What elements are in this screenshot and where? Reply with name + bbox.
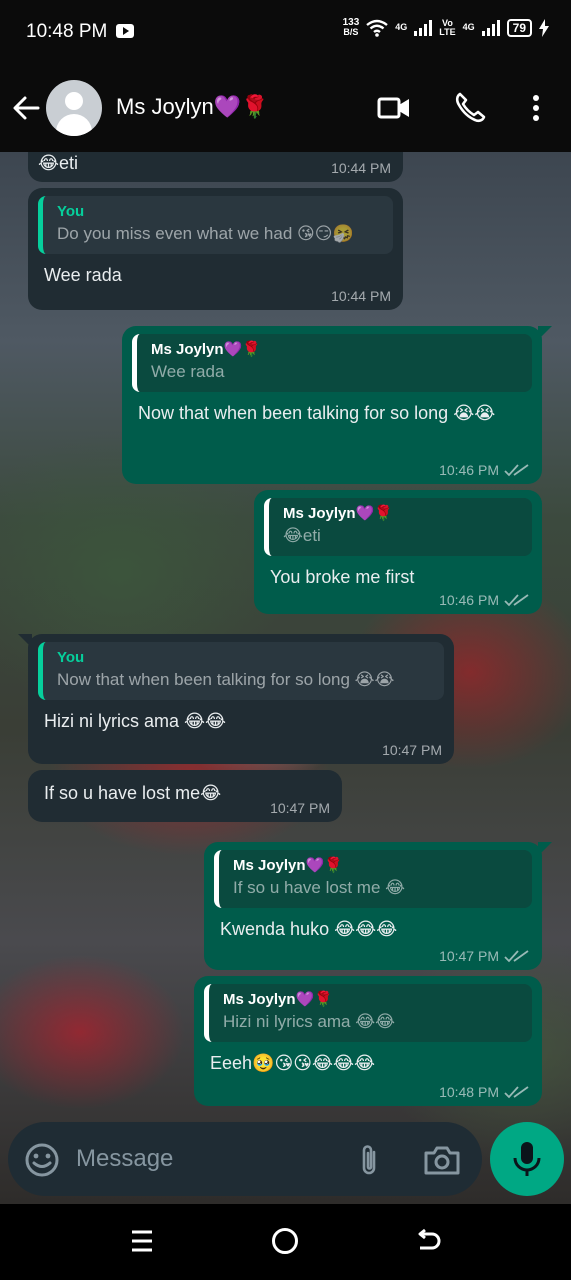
message-text: You broke me first [270, 567, 415, 587]
charging-icon [539, 18, 549, 37]
volte-bottom: LTE [439, 26, 456, 37]
microphone-icon [513, 1142, 541, 1176]
quote-author: Ms Joylyn💜🌹 [233, 857, 343, 874]
message-text: Kwenda huko 😂😂😂 [220, 919, 398, 939]
message-time: 10:46 PM [439, 462, 530, 478]
wifi-icon [366, 19, 389, 37]
message-time: 10:48 PM [439, 1084, 530, 1100]
signal-1-icon [414, 19, 433, 36]
message-outgoing[interactable]: Ms Joylyn💜🌹 If so u have lost me 😂 Kwend… [204, 842, 552, 970]
time-text: 10:44 PM [331, 160, 391, 176]
quote-text: Hizi ni lyrics ama 😂😂 [223, 1012, 395, 1031]
reply-quote[interactable]: Ms Joylyn💜🌹 Wee rada [132, 334, 532, 392]
message-time: 10:44 PM [331, 160, 391, 176]
quote-text: Do you miss even what we had 😘😏🤧 [57, 224, 354, 243]
message-input[interactable] [76, 1140, 336, 1178]
quote-text: Wee rada [151, 362, 225, 381]
time-text: 10:44 PM [331, 288, 391, 304]
time-text: 10:46 PM [439, 462, 499, 478]
message-outgoing[interactable]: Ms Joylyn💜🌹 😂eti You broke me first 10:4… [254, 490, 542, 614]
attachment-icon[interactable] [354, 1142, 386, 1178]
video-call-icon[interactable] [376, 90, 412, 126]
quote-author: Ms Joylyn💜🌹 [223, 991, 333, 1008]
double-check-icon [504, 950, 529, 963]
volte-icon: Vo LTE [439, 18, 456, 37]
message-outgoing[interactable]: Ms Joylyn💜🌹 Wee rada Now that when been … [122, 326, 552, 484]
message-time: 10:47 PM [439, 948, 530, 964]
status-bar: 10:48 PM 133 B/S 4G Vo LTE 4G 79 [0, 0, 571, 66]
message-time: 10:44 PM [331, 288, 391, 304]
quote-author: You [57, 649, 85, 666]
voice-call-icon[interactable] [452, 90, 488, 126]
home-icon[interactable] [272, 1228, 298, 1254]
voice-record-button[interactable] [490, 1122, 564, 1196]
message-incoming[interactable]: If so u have lost me😂 10:47 PM [28, 770, 342, 822]
more-options-icon[interactable] [518, 90, 554, 126]
message-text: Hizi ni lyrics ama 😂😂 [44, 711, 227, 731]
message-outgoing[interactable]: Ms Joylyn💜🌹 Hizi ni lyrics ama 😂😂 Eeeh🥹😘… [194, 976, 542, 1106]
net-speed: 133 B/S [343, 18, 360, 37]
message-incoming[interactable]: 😂eti 10:44 PM [28, 152, 403, 182]
time-text: 10:48 PM [439, 1084, 499, 1100]
message-text: Now that when been talking for so long 😭… [138, 403, 496, 423]
chat-area[interactable]: 😂eti 10:44 PM You Do you miss even what … [0, 152, 571, 1204]
sim1-label: 4G [395, 22, 408, 32]
battery-icon: 79 [506, 18, 532, 37]
double-check-icon [504, 594, 529, 607]
system-nav-bar [0, 1204, 571, 1280]
contact-name[interactable]: Ms Joylyn💜🌹 [116, 94, 269, 120]
nav-back-icon[interactable] [414, 1228, 442, 1256]
message-text: Wee rada [44, 265, 122, 285]
reply-quote[interactable]: Ms Joylyn💜🌹 If so u have lost me 😂 [214, 850, 532, 908]
chat-header: Ms Joylyn💜🌹 [0, 66, 571, 152]
back-arrow-icon[interactable] [10, 92, 42, 124]
recent-apps-icon[interactable] [130, 1228, 154, 1254]
time-text: 10:47 PM [270, 800, 330, 816]
message-time: 10:46 PM [439, 592, 530, 608]
reply-quote[interactable]: Ms Joylyn💜🌹 Hizi ni lyrics ama 😂😂 [204, 984, 532, 1042]
message-incoming[interactable]: You Do you miss even what we had 😘😏🤧 Wee… [28, 188, 403, 310]
quote-text: 😂eti [283, 526, 321, 545]
quote-text: If so u have lost me 😂 [233, 878, 405, 897]
time-text: 10:47 PM [439, 948, 499, 964]
quote-author: Ms Joylyn💜🌹 [151, 341, 261, 358]
quote-author: Ms Joylyn💜🌹 [283, 505, 393, 522]
status-icons: 133 B/S 4G Vo LTE 4G 79 [343, 18, 549, 37]
message-composer [8, 1122, 482, 1196]
time-text: 10:47 PM [382, 742, 442, 758]
double-check-icon [504, 1086, 529, 1099]
signal-2-icon [481, 19, 500, 36]
message-time: 10:47 PM [270, 800, 330, 816]
reply-quote[interactable]: You Do you miss even what we had 😘😏🤧 [38, 196, 393, 254]
youtube-notification-icon [116, 24, 134, 38]
camera-icon[interactable] [422, 1142, 462, 1178]
status-time: 10:48 PM [26, 21, 108, 42]
avatar[interactable] [46, 80, 102, 136]
sim2-label: 4G [462, 22, 475, 32]
message-text: Eeeh🥹😘😘😂😂😂 [210, 1053, 376, 1073]
quote-text: Now that when been talking for so long 😭… [57, 670, 395, 689]
reply-quote[interactable]: Ms Joylyn💜🌹 😂eti [264, 498, 532, 556]
reply-quote[interactable]: You Now that when been talking for so lo… [38, 642, 444, 700]
message-time: 10:47 PM [382, 742, 442, 758]
emoji-icon[interactable] [24, 1142, 60, 1178]
double-check-icon [504, 464, 529, 477]
time-text: 10:46 PM [439, 592, 499, 608]
quote-author: You [57, 203, 85, 220]
net-speed-unit: B/S [343, 27, 359, 37]
message-incoming[interactable]: You Now that when been talking for so lo… [18, 634, 454, 764]
